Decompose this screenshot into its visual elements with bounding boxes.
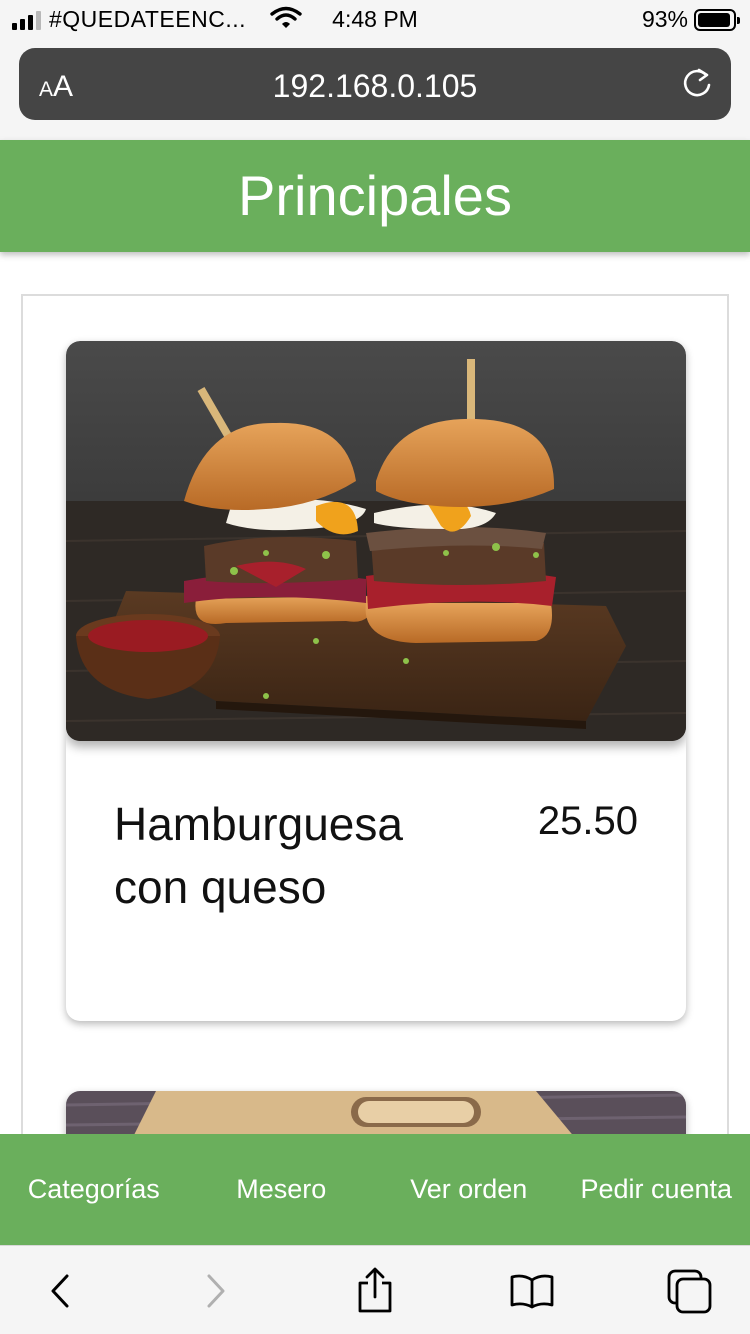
dish-name: Hamburguesa con queso bbox=[114, 798, 403, 913]
page-title: Principales bbox=[238, 164, 512, 227]
status-time: 4:48 PM bbox=[332, 6, 418, 32]
phone-screen: #QUEDATEENC... 4:48 PM 93% AA 192.168.0.… bbox=[0, 0, 750, 1334]
menu-item-card[interactable]: Hamburguesa con queso 25.50 bbox=[66, 341, 686, 1021]
menu-list[interactable]: Hamburguesa con queso 25.50 bbox=[21, 294, 729, 1194]
nav-pedir-cuenta[interactable]: Pedir cuenta bbox=[563, 1174, 750, 1205]
tabs-icon[interactable] bbox=[660, 1266, 720, 1316]
url-text[interactable]: 192.168.0.105 bbox=[19, 68, 731, 105]
dish-price: 25.50 bbox=[537, 799, 638, 843]
browser-toolbar bbox=[0, 1245, 750, 1334]
battery-icon bbox=[694, 8, 740, 31]
battery-fill bbox=[698, 12, 730, 27]
page-header: Principales bbox=[0, 140, 750, 252]
chevron-left-icon[interactable] bbox=[30, 1266, 90, 1316]
bottom-nav: Categorías Mesero Ver orden Pedir cuenta bbox=[0, 1134, 750, 1245]
nav-categorias[interactable]: Categorías bbox=[0, 1174, 188, 1205]
status-right: 93% bbox=[641, 6, 740, 33]
nav-ver-orden[interactable]: Ver orden bbox=[375, 1174, 563, 1205]
reload-icon[interactable] bbox=[679, 66, 715, 107]
battery-percent: 93% bbox=[641, 6, 688, 32]
status-bar: #QUEDATEENC... 4:48 PM 93% bbox=[0, 0, 750, 40]
address-bar[interactable]: AA 192.168.0.105 bbox=[19, 48, 731, 120]
dish-photo bbox=[66, 341, 686, 741]
dish-info: Hamburguesa con queso 25.50 bbox=[66, 741, 686, 1021]
nav-mesero[interactable]: Mesero bbox=[188, 1174, 376, 1205]
chevron-right-icon[interactable] bbox=[186, 1266, 246, 1316]
browser-top-bar: AA 192.168.0.105 bbox=[0, 40, 750, 140]
book-icon[interactable] bbox=[502, 1266, 562, 1316]
share-icon[interactable] bbox=[345, 1266, 405, 1316]
